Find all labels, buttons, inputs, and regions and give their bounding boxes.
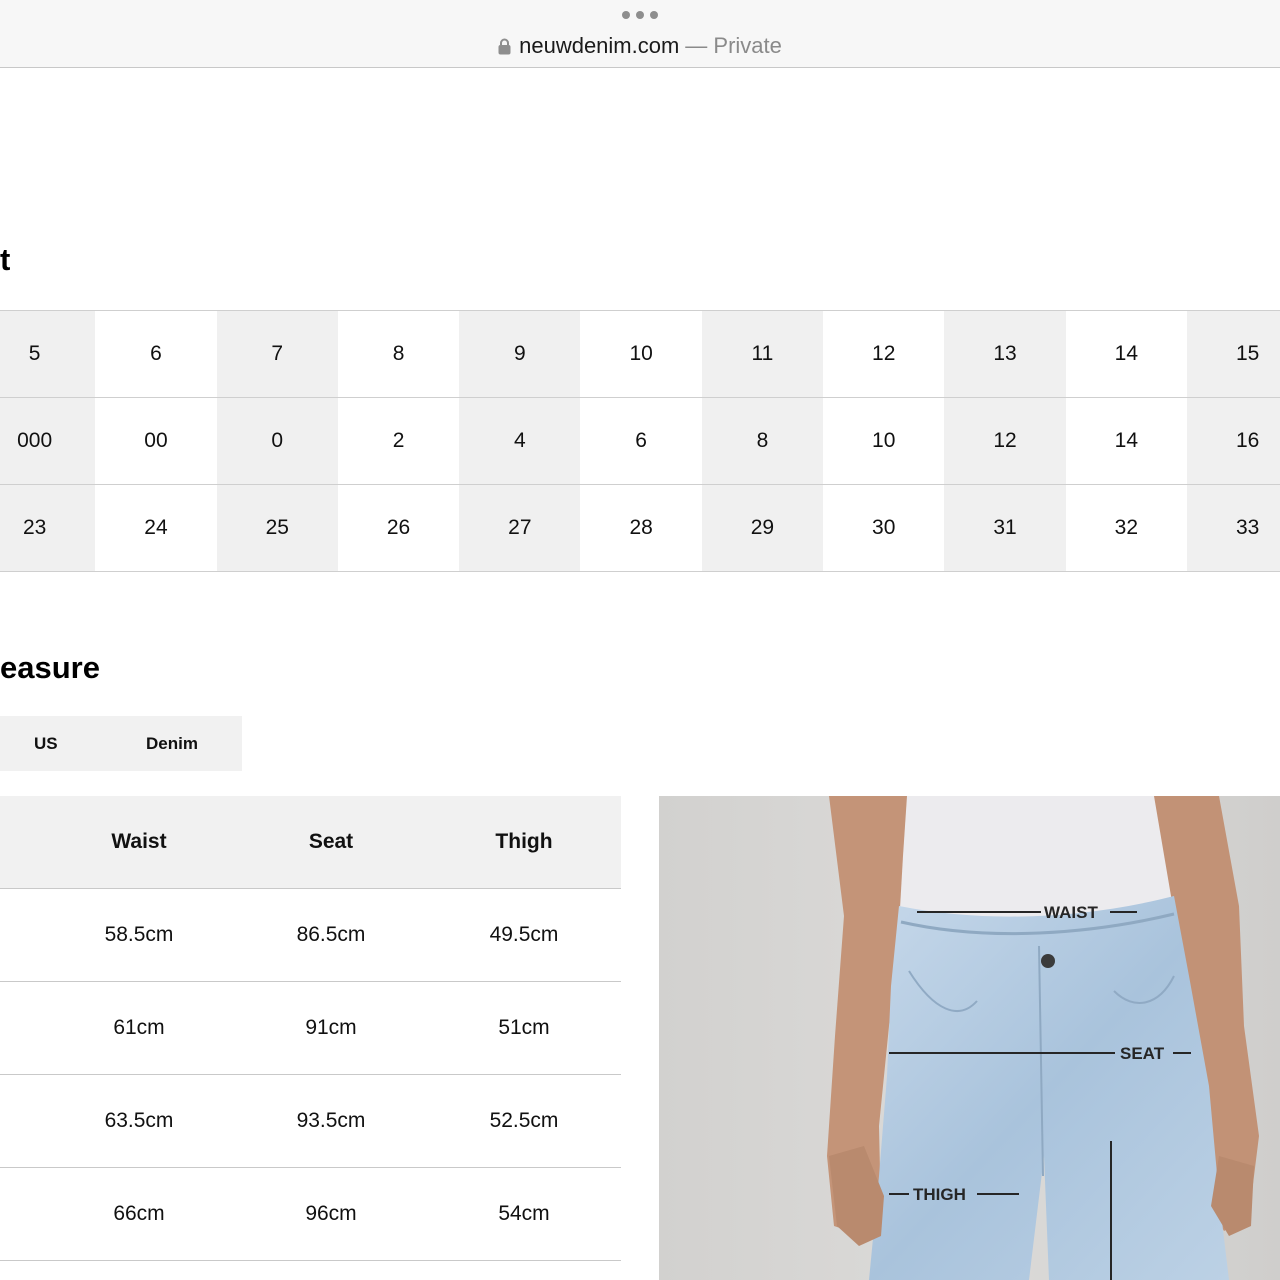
- size-cell: 14: [1114, 429, 1138, 452]
- cell-thigh: 51cm: [498, 1016, 550, 1039]
- waist-label: WAIST: [1044, 903, 1098, 922]
- cell-thigh: 52.5cm: [489, 1109, 559, 1132]
- header-thigh: Thigh: [495, 830, 553, 853]
- size-cell: 23: [0, 485, 96, 571]
- measurement-table: Waist Seat Thigh 58.5cm 86.5cm 49.5cm 61…: [0, 796, 621, 1261]
- tab-denim[interactable]: Denim: [146, 734, 198, 754]
- size-row-us: 000 00 0 2 4 6 8 10 12 14 16: [0, 398, 1280, 485]
- size-chart-heading: t: [0, 242, 11, 277]
- size-row-numeric: 5 6 7 8 9 10 11 12 13 14 15: [0, 311, 1280, 398]
- table-row: 61cm 91cm 51cm: [0, 982, 621, 1075]
- size-cell: 32: [1114, 516, 1138, 539]
- cell-seat: 86.5cm: [296, 923, 366, 946]
- cell-thigh: 49.5cm: [489, 923, 559, 946]
- cell-seat: 96cm: [305, 1202, 357, 1225]
- header-seat: Seat: [308, 830, 354, 853]
- size-cell: 14: [1114, 342, 1138, 365]
- lock-icon: [498, 38, 511, 54]
- size-conversion-table: 5 6 7 8 9 10 11 12 13 14 15 000 00 0 2 4 6 8 10 12 14 16 23 24 2…: [0, 310, 1280, 572]
- size-cell: 7: [216, 311, 338, 397]
- cell-waist: 63.5cm: [104, 1109, 174, 1132]
- table-row: 63.5cm 93.5cm 52.5cm: [0, 1075, 621, 1168]
- table-row: 58.5cm 86.5cm 49.5cm: [0, 889, 621, 982]
- tab-us[interactable]: US: [34, 734, 58, 754]
- size-cell: 6: [150, 342, 162, 365]
- size-cell: 33: [1186, 485, 1280, 571]
- more-options-icon[interactable]: [622, 10, 658, 20]
- size-cell: 9: [459, 311, 581, 397]
- size-cell: 30: [872, 516, 896, 539]
- address-bar[interactable]: neuwdenim.com — Private: [0, 31, 1280, 61]
- cell-seat: 91cm: [305, 1016, 357, 1039]
- size-cell: 29: [701, 485, 824, 571]
- cell-seat: 93.5cm: [296, 1109, 366, 1132]
- address-domain: neuwdenim.com: [519, 33, 680, 58]
- how-to-measure-heading: easure: [0, 650, 100, 685]
- size-cell: 000: [0, 398, 96, 484]
- size-cell: 13: [944, 311, 1066, 397]
- size-cell: 24: [144, 516, 168, 539]
- size-cell: 10: [872, 429, 896, 452]
- size-cell: 11: [701, 311, 824, 397]
- private-indicator: — Private: [685, 33, 782, 58]
- table-row: 66cm 96cm 54cm: [0, 1168, 621, 1261]
- size-cell: 8: [701, 398, 824, 484]
- header-waist: Waist: [111, 830, 167, 853]
- size-cell: 5: [0, 311, 96, 397]
- table-header-row: Waist Seat Thigh: [0, 796, 621, 889]
- unit-tabs: US Denim: [0, 716, 242, 771]
- size-cell: 16: [1186, 398, 1280, 484]
- size-cell: 26: [386, 516, 411, 539]
- size-cell: 12: [944, 398, 1066, 484]
- thigh-label: THIGH: [913, 1185, 966, 1204]
- size-cell: 4: [459, 398, 581, 484]
- size-cell: 12: [872, 342, 896, 365]
- jeans-illustration: WAIST SEAT THIGH: [659, 796, 1280, 1280]
- size-cell: 6: [635, 429, 647, 452]
- cell-waist: 61cm: [113, 1016, 165, 1039]
- cell-waist: 66cm: [113, 1202, 165, 1225]
- size-cell: 25: [216, 485, 338, 571]
- size-cell: 28: [629, 516, 653, 539]
- size-cell: 0: [216, 398, 338, 484]
- size-cell: 15: [1186, 311, 1280, 397]
- seat-label: SEAT: [1120, 1044, 1165, 1063]
- size-cell: 2: [392, 429, 405, 452]
- cell-thigh: 54cm: [498, 1202, 550, 1225]
- size-cell: 10: [629, 342, 653, 365]
- size-cell: 00: [144, 429, 168, 452]
- cell-waist: 58.5cm: [104, 923, 174, 946]
- browser-chrome: neuwdenim.com — Private: [0, 0, 1280, 68]
- size-cell: 8: [392, 342, 405, 365]
- size-cell: 31: [944, 485, 1066, 571]
- measurement-guide-image: WAIST SEAT THIGH: [659, 796, 1280, 1280]
- size-row-denim: 23 24 25 26 27 28 29 30 31 32 33: [0, 485, 1280, 572]
- size-cell: 27: [459, 485, 581, 571]
